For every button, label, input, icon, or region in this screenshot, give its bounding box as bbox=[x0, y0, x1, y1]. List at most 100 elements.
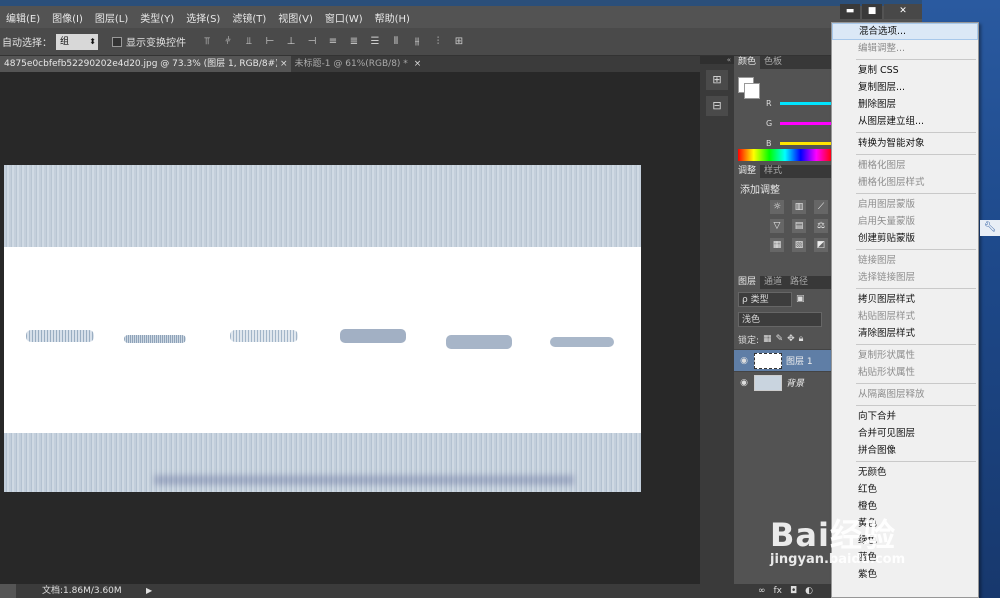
color-spectrum[interactable] bbox=[738, 149, 832, 161]
context-menu-item[interactable]: 拷贝图层样式 bbox=[832, 291, 978, 308]
layer-row-background[interactable]: ◉ 背景 bbox=[734, 371, 832, 393]
context-menu-item: 选择链接图层 bbox=[858, 272, 916, 283]
tab-swatches[interactable]: 色板 bbox=[760, 56, 786, 69]
lock-pixels-icon[interactable]: ✎ bbox=[776, 334, 784, 344]
menu-item[interactable]: 帮助(H) bbox=[369, 10, 416, 25]
context-menu-item[interactable]: 无颜色 bbox=[832, 464, 978, 481]
context-menu-item[interactable]: 转换为智能对象 bbox=[832, 135, 978, 152]
history-panel-icon[interactable]: ⊞ bbox=[706, 70, 728, 90]
menu-item[interactable]: 滤镜(T) bbox=[226, 10, 272, 25]
context-menu-item[interactable]: 复制图层... bbox=[832, 79, 978, 96]
align-hcenter-icon[interactable]: ⊥ bbox=[284, 35, 298, 49]
distribute-top-icon[interactable]: ≡ bbox=[326, 35, 340, 49]
lock-all-icon[interactable]: 🔒︎ bbox=[799, 334, 804, 344]
context-menu-item[interactable]: 合并可见图层 bbox=[832, 425, 978, 442]
lookup-icon[interactable]: ▧ bbox=[792, 238, 806, 252]
align-top-icon[interactable]: ⫪ bbox=[200, 35, 214, 49]
color-balance-icon[interactable]: ⚖ bbox=[814, 219, 828, 233]
watermark-url: jingyan.baidu.com bbox=[770, 552, 906, 567]
align-right-icon[interactable]: ⊣ bbox=[305, 35, 319, 49]
image-filter-icon[interactable]: ▣ bbox=[796, 294, 805, 304]
slider-b[interactable]: B bbox=[766, 139, 832, 148]
menu-item[interactable]: 类型(Y) bbox=[134, 10, 180, 25]
slider-r[interactable]: R bbox=[766, 99, 832, 108]
context-menu-item[interactable]: 复制 CSS bbox=[832, 62, 978, 79]
document-image[interactable] bbox=[4, 165, 641, 492]
menu-item[interactable]: 图像(I) bbox=[46, 10, 89, 25]
distribute-vcenter-icon[interactable]: ≣ bbox=[347, 35, 361, 49]
slider-track[interactable] bbox=[780, 102, 832, 105]
distribute-left-icon[interactable]: ⫴ bbox=[389, 35, 403, 49]
menu-item[interactable]: 编辑(E) bbox=[0, 10, 46, 25]
minimize-button[interactable]: ▬ bbox=[840, 4, 860, 19]
context-menu-item: 启用矢量蒙版 bbox=[858, 216, 916, 227]
canvas-area[interactable] bbox=[0, 72, 700, 584]
layers-panel-tabs: 图层 通道 路径 bbox=[734, 276, 832, 289]
new-adjustment-icon[interactable]: ◐ bbox=[805, 584, 813, 598]
context-menu-item[interactable]: 删除图层 bbox=[832, 96, 978, 113]
menu-item[interactable]: 视图(V) bbox=[272, 10, 319, 25]
context-menu-item[interactable]: 创建剪贴蒙版 bbox=[832, 230, 978, 247]
context-menu-item[interactable]: 清除图层样式 bbox=[832, 325, 978, 342]
context-menu-item[interactable]: 紫色 bbox=[832, 566, 978, 583]
brush-sample-4 bbox=[340, 329, 406, 343]
distribute-bottom-icon[interactable]: ☰ bbox=[368, 35, 382, 49]
align-bottom-icon[interactable]: ⫫ bbox=[242, 35, 256, 49]
slider-track[interactable] bbox=[780, 142, 832, 145]
show-transform-checkbox[interactable] bbox=[112, 36, 122, 47]
context-menu-item[interactable]: 向下合并 bbox=[832, 408, 978, 425]
align-left-icon[interactable]: ⊢ bbox=[263, 35, 277, 49]
fx-icon[interactable]: fx bbox=[774, 584, 783, 598]
channel-mixer-icon[interactable]: ▦ bbox=[770, 238, 784, 252]
menu-item[interactable]: 窗口(W) bbox=[319, 10, 369, 25]
tab-close-1[interactable]: × bbox=[277, 56, 291, 72]
layer-kind-filter[interactable]: ρ 类型 bbox=[738, 291, 792, 307]
menu-item[interactable]: 选择(S) bbox=[180, 10, 226, 25]
align-vcenter-icon[interactable]: ⫩ bbox=[221, 35, 235, 49]
menu-item[interactable]: 图层(L) bbox=[89, 10, 134, 25]
levels-icon[interactable]: ▥ bbox=[792, 200, 806, 214]
tab-layers[interactable]: 图层 bbox=[734, 276, 761, 289]
invert-icon[interactable]: ◩ bbox=[814, 238, 828, 252]
link-layers-icon[interactable]: ∞ bbox=[758, 584, 766, 598]
tab-channels[interactable]: 通道 bbox=[760, 276, 786, 289]
auto-align-icon[interactable]: ⊞ bbox=[452, 35, 466, 49]
wrench-icon[interactable]: 🔧︎ bbox=[980, 220, 1000, 236]
background-color[interactable] bbox=[744, 83, 760, 99]
context-menu-item[interactable]: 红色 bbox=[832, 481, 978, 498]
layer-row-1[interactable]: ◉ 图层 1 bbox=[734, 349, 832, 371]
tab-adjustments[interactable]: 调整 bbox=[734, 165, 761, 178]
lock-transparent-icon[interactable]: ▦ bbox=[763, 334, 772, 344]
visibility-eye-icon[interactable]: ◉ bbox=[738, 378, 750, 388]
close-button[interactable]: ✕ bbox=[884, 4, 922, 19]
close-icon[interactable]: × bbox=[414, 56, 422, 72]
auto-select-dropdown[interactable]: 组 bbox=[56, 33, 98, 50]
brightness-icon[interactable]: ☼ bbox=[770, 200, 784, 214]
properties-panel-icon[interactable]: ⊟ bbox=[706, 96, 728, 116]
close-icon[interactable]: × bbox=[280, 56, 288, 72]
tab-styles[interactable]: 样式 bbox=[760, 165, 786, 178]
curves-icon[interactable]: ⟋ bbox=[814, 200, 828, 214]
zoom-field[interactable] bbox=[0, 584, 16, 598]
add-mask-icon[interactable]: ◘ bbox=[790, 584, 797, 598]
lock-position-icon[interactable]: ✥ bbox=[787, 334, 795, 344]
tab-paths[interactable]: 路径 bbox=[786, 276, 812, 289]
collapse-icon[interactable]: « bbox=[700, 56, 734, 64]
visibility-eye-icon[interactable]: ◉ bbox=[738, 356, 750, 366]
maximize-button[interactable]: ■ bbox=[862, 4, 882, 19]
status-menu-arrow-icon[interactable]: ▶ bbox=[146, 584, 152, 598]
context-menu-item[interactable]: 混合选项... bbox=[832, 23, 978, 40]
distribute-right-icon[interactable]: ⫶ bbox=[431, 35, 445, 49]
slider-g[interactable]: G bbox=[766, 119, 832, 128]
context-menu-item[interactable]: 拼合图像 bbox=[832, 442, 978, 459]
hue-saturation-icon[interactable]: ▤ bbox=[792, 219, 806, 233]
distribute-hcenter-icon[interactable]: ⫵ bbox=[410, 35, 424, 49]
tab-color[interactable]: 颜色 bbox=[734, 56, 761, 69]
status-bar: 文档:1.86M/3.60M ▶ bbox=[0, 584, 700, 598]
slider-track[interactable] bbox=[780, 122, 832, 125]
vibrance-icon[interactable]: ▽ bbox=[770, 219, 784, 233]
tab-document-1[interactable]: 4875e0cbfefb52290202e4d20.jpg @ 73.3% (图… bbox=[0, 56, 277, 72]
blend-mode-dropdown[interactable]: 浅色 bbox=[738, 311, 822, 327]
context-menu-item[interactable]: 从图层建立组... bbox=[832, 113, 978, 130]
tab-document-2[interactable]: 未标题-1 @ 61%(RGB/8) * × bbox=[290, 56, 426, 72]
